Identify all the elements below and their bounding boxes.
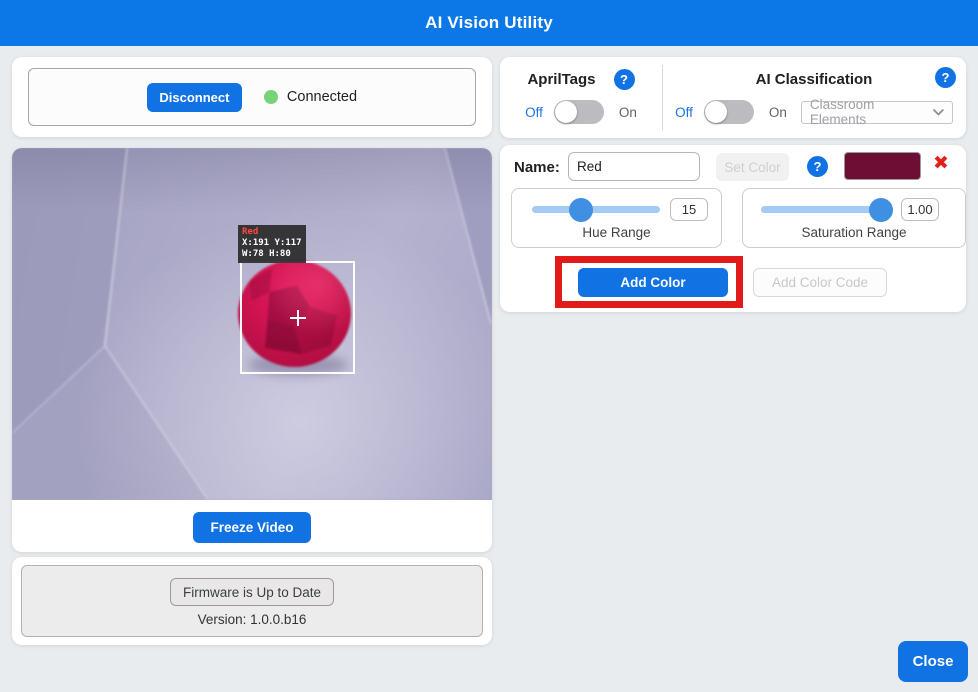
apriltags-toggle[interactable] — [554, 100, 604, 124]
hue-range-control: 15 Hue Range — [511, 188, 722, 248]
classification-dropdown[interactable]: Classroom Elements — [801, 101, 953, 124]
apriltags-section: AprilTags ? Off On — [500, 57, 662, 138]
ai-classification-off-label: Off — [675, 105, 693, 120]
connection-status: Connected — [264, 89, 357, 105]
detection-label: Red X:191 Y:117 W:78 H:80 — [238, 225, 306, 263]
camera-video-feed: Red X:191 Y:117 W:78 H:80 — [12, 148, 492, 500]
firmware-version: Version: 1.0.0.b16 — [22, 612, 482, 627]
color-swatch — [844, 152, 921, 180]
apriltags-toggle-row: Off On — [500, 100, 662, 124]
apriltags-label: AprilTags — [527, 71, 595, 88]
connection-card: Disconnect Connected — [12, 57, 492, 137]
delete-color-icon[interactable]: ✖ — [933, 153, 949, 175]
saturation-range-label: Saturation Range — [743, 225, 965, 240]
hue-range-label: Hue Range — [512, 225, 721, 240]
saturation-value: 1.00 — [901, 198, 939, 221]
color-config-card: Name: Set Color ? ✖ 15 Hue Range 1.00 Sa… — [500, 145, 966, 312]
name-label: Name: — [514, 159, 560, 176]
firmware-status-button[interactable]: Firmware is Up to Date — [170, 578, 334, 606]
apriltags-help-icon[interactable]: ? — [614, 69, 635, 90]
saturation-slider-knob[interactable] — [869, 198, 893, 222]
title-bar: AI Vision Utility — [0, 0, 978, 46]
detection-bounding-box — [240, 261, 355, 374]
ai-classification-header: AI Classification — [662, 67, 966, 91]
firmware-box: Firmware is Up to Date Version: 1.0.0.b1… — [21, 565, 483, 637]
page-title: AI Vision Utility — [425, 13, 553, 33]
crosshair-icon — [297, 310, 299, 326]
detection-position: X:191 Y:117 — [242, 238, 302, 249]
saturation-range-control: 1.00 Saturation Range — [742, 188, 966, 248]
apriltags-off-label: Off — [525, 105, 543, 120]
add-color-code-button[interactable]: Add Color Code — [753, 268, 887, 297]
ai-classification-toggle-row: Off On Classroom Elements — [662, 100, 966, 124]
add-color-button[interactable]: Add Color — [578, 268, 728, 297]
freeze-video-button[interactable]: Freeze Video — [193, 512, 311, 543]
saturation-slider-track[interactable] — [761, 206, 891, 213]
chevron-down-icon — [933, 109, 944, 116]
apriltags-on-label: On — [619, 105, 637, 120]
classification-dropdown-value: Classroom Elements — [810, 97, 933, 127]
ai-vision-utility-window: AI Vision Utility Disconnect Connected A… — [0, 0, 978, 692]
color-name-input[interactable] — [568, 152, 700, 181]
ai-classification-label: AI Classification — [756, 71, 873, 88]
status-dot-icon — [264, 90, 278, 104]
set-color-button[interactable]: Set Color — [716, 153, 789, 181]
hue-value: 15 — [670, 198, 708, 221]
ai-classification-help-icon[interactable]: ? — [935, 67, 956, 88]
hue-slider-knob[interactable] — [569, 198, 593, 222]
video-card: Red X:191 Y:117 W:78 H:80 Freeze Video — [12, 148, 492, 552]
toggle-knob — [705, 101, 727, 123]
apriltags-header: AprilTags ? — [500, 67, 662, 91]
detection-name: Red — [242, 227, 302, 238]
hue-slider-track[interactable] — [532, 206, 660, 213]
ai-classification-on-label: On — [769, 105, 787, 120]
ai-classification-section: AI Classification ? Off On Classroom Ele… — [662, 57, 966, 138]
toggle-knob — [555, 101, 577, 123]
status-label: Connected — [287, 89, 357, 105]
close-button[interactable]: Close — [898, 641, 968, 682]
ai-classification-toggle[interactable] — [704, 100, 754, 124]
connection-status-box: Disconnect Connected — [28, 68, 476, 126]
detection-size: W:78 H:80 — [242, 249, 302, 260]
set-color-help-icon[interactable]: ? — [807, 156, 828, 177]
detection-toggles-card: AprilTags ? Off On AI Classification ? O… — [500, 57, 966, 138]
disconnect-button[interactable]: Disconnect — [147, 83, 242, 112]
firmware-card: Firmware is Up to Date Version: 1.0.0.b1… — [12, 557, 492, 645]
